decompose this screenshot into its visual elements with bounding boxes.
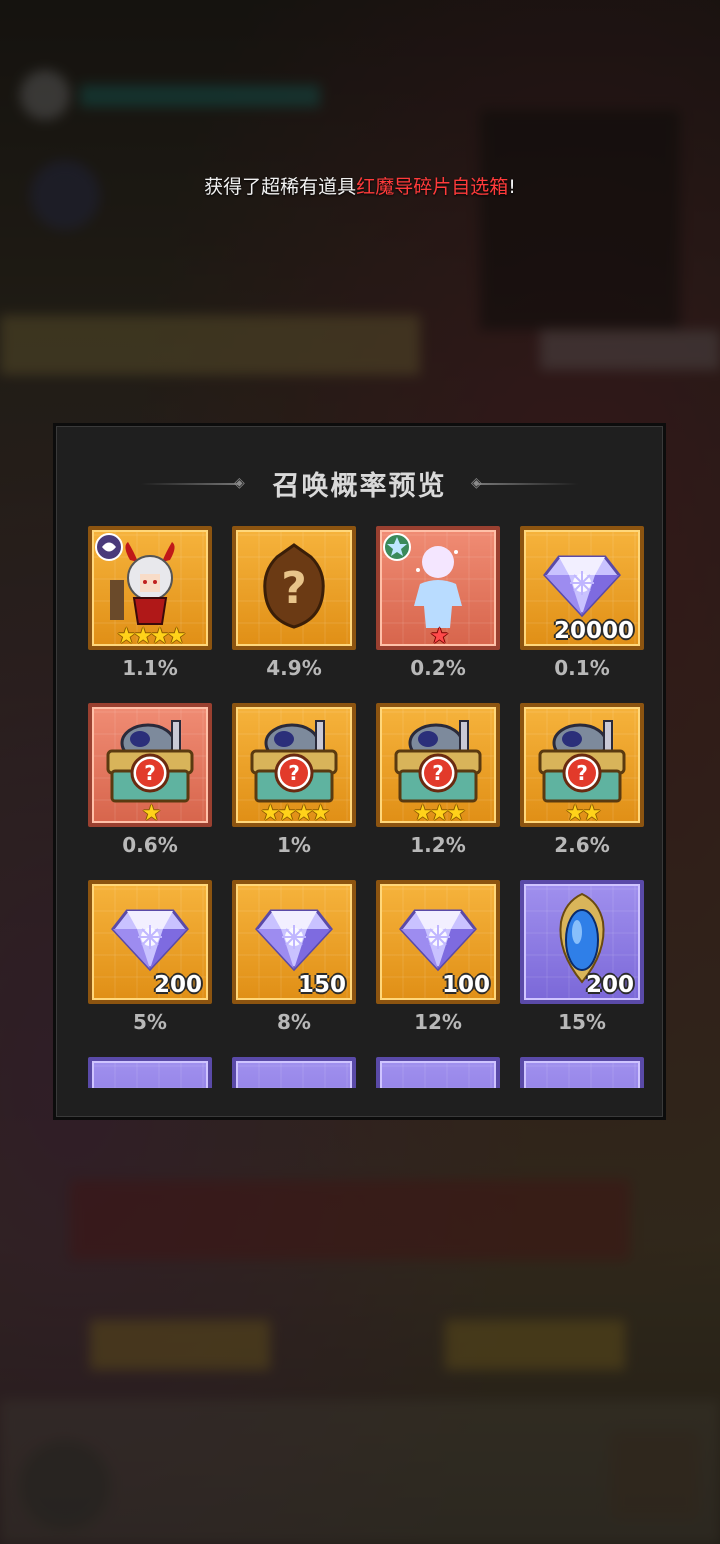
item-quantity: 100 [441, 972, 490, 998]
treasure-chest-icon: ? [244, 717, 344, 813]
drop-rate: 5% [133, 1010, 167, 1034]
drop-rate: 1.2% [410, 833, 466, 857]
reward-item[interactable] [520, 1057, 644, 1088]
svg-text:?: ? [144, 761, 156, 785]
reward-item[interactable] [88, 1057, 212, 1088]
star-rating: ★★★★ [260, 801, 331, 826]
reward-item[interactable]: 200 5% [88, 880, 212, 1034]
reward-item[interactable] [376, 1057, 500, 1088]
item-tile[interactable]: ? ★★★★ [232, 703, 356, 827]
drop-rate: 15% [558, 1010, 606, 1034]
item-quantity: 20000 [553, 618, 634, 644]
drop-rate: 4.9% [266, 656, 322, 680]
reward-item[interactable]: 200 15% [520, 880, 644, 1034]
diamond-icon [111, 907, 189, 977]
item-tile[interactable]: 20000 [520, 526, 644, 650]
element-dark-icon [94, 532, 124, 562]
reward-item[interactable]: ? ★ 0.6% [88, 703, 212, 857]
drop-rate: 12% [414, 1010, 462, 1034]
element-star-icon [382, 532, 412, 562]
treasure-chest-icon: ? [532, 717, 632, 813]
diamond-icon [399, 907, 477, 977]
toast-suffix: ! [508, 176, 516, 198]
reward-toast: 获得了超稀有道具红魔导碎片自选箱! [0, 172, 720, 199]
star-rating: ★★★★ [116, 624, 187, 649]
reward-item[interactable]: ★★★★ 1.1% [88, 526, 212, 680]
reward-item[interactable]: ? 4.9% [232, 526, 356, 680]
item-quantity: 200 [153, 972, 202, 998]
item-tile[interactable]: 100 [376, 880, 500, 1004]
reward-item[interactable]: ? ★★★★ 1% [232, 703, 356, 857]
reward-item[interactable] [232, 1057, 356, 1088]
item-tile[interactable]: ★★★★ [88, 526, 212, 650]
star-rating: ★★ [565, 801, 601, 826]
svg-text:?: ? [281, 563, 307, 614]
hero-silhouette-icon [406, 540, 470, 636]
diamond-icon [543, 553, 621, 623]
item-tile[interactable]: 200 [88, 880, 212, 1004]
star-rating: ★ [429, 624, 450, 649]
item-quantity: 200 [585, 972, 634, 998]
question-mark-icon: ? [259, 541, 329, 635]
reward-item[interactable]: ? ★★★ 1.2% [376, 703, 500, 857]
item-quantity: 150 [297, 972, 346, 998]
drop-rate: 0.2% [410, 656, 466, 680]
diamond-icon [255, 907, 333, 977]
svg-text:?: ? [576, 761, 588, 785]
drop-rate: 1% [277, 833, 311, 857]
treasure-chest-icon: ? [100, 717, 200, 813]
item-tile[interactable]: ? ★★★ [376, 703, 500, 827]
reward-item[interactable]: ? ★★ 2.6% [520, 703, 644, 857]
drop-rate: 2.6% [554, 833, 610, 857]
item-tile[interactable]: ? [232, 526, 356, 650]
star-rating: ★★★ [412, 801, 466, 826]
panel-title: 召唤概率预览 [272, 471, 447, 502]
item-tile[interactable] [232, 1057, 356, 1088]
item-tile[interactable] [520, 1057, 644, 1088]
item-grid[interactable]: ★★★★ 1.1%? 4.9% ★ 0.2% 20000 0.1%? ★ 0.6%? ★★★★ 1%… [88, 526, 648, 1088]
drop-rate: 1.1% [122, 656, 178, 680]
item-tile[interactable] [88, 1057, 212, 1088]
item-tile[interactable]: ★ [376, 526, 500, 650]
item-tile[interactable]: 200 [520, 880, 644, 1004]
treasure-chest-icon: ? [388, 717, 488, 813]
svg-text:?: ? [288, 761, 300, 785]
reward-item[interactable]: 100 12% [376, 880, 500, 1034]
star-rating: ★ [141, 801, 162, 826]
toast-item-name: 红魔导碎片自选箱 [356, 176, 509, 198]
svg-text:?: ? [432, 761, 444, 785]
reward-item[interactable]: ★ 0.2% [376, 526, 500, 680]
drop-rate: 8% [277, 1010, 311, 1034]
drop-rate: 0.1% [554, 656, 610, 680]
item-tile[interactable]: 150 [232, 880, 356, 1004]
item-tile[interactable]: ? ★ [88, 703, 212, 827]
reward-item[interactable]: 150 8% [232, 880, 356, 1034]
item-tile[interactable] [376, 1057, 500, 1088]
toast-prefix: 获得了超稀有道具 [204, 176, 357, 198]
summon-rate-panel: ◈ ◈ 召唤概率预览 ★★★★ 1.1%? 4.9% ★ 0.2% 20000 0.1%? ★… [53, 423, 666, 1120]
reward-item[interactable]: 20000 0.1% [520, 526, 644, 680]
drop-rate: 0.6% [122, 833, 178, 857]
item-tile[interactable]: ? ★★ [520, 703, 644, 827]
